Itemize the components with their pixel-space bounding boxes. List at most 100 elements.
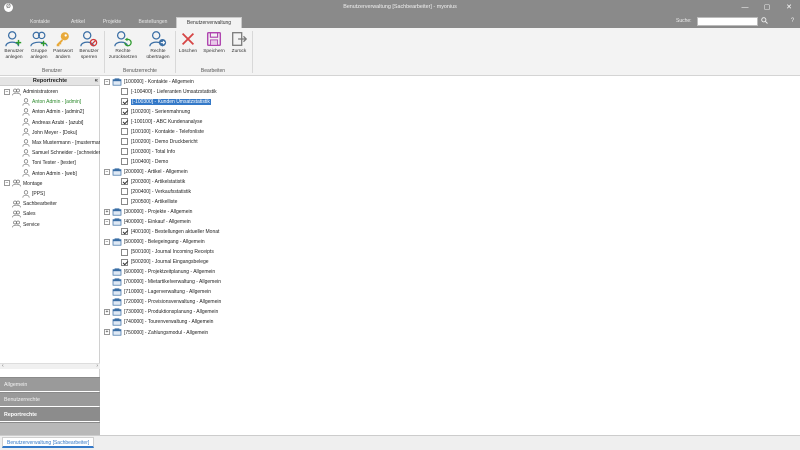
tree-user[interactable]: Anton Admin - [admin] [22,97,81,107]
report-item[interactable]: [100300] - Total Info [121,147,175,157]
report-checkbox[interactable] [121,118,128,126]
user-lock-button[interactable]: Benutzer sperren [76,30,102,60]
report-checkbox[interactable] [121,198,128,206]
tree-label: Anton Admin - [web] [32,170,77,177]
report-item[interactable]: [100200] - Demo Druckbericht [121,137,198,147]
tree-user[interactable]: [PPS] [22,189,45,199]
window-title: Benutzerverwaltung [Sachbearbeiter] - my… [343,4,457,10]
rights-reset-button[interactable]: Rechte zurücksetzen [106,30,140,60]
rights-transfer-button[interactable]: Rechte übertragen [142,30,174,60]
tree-user[interactable]: Max Mustermann - [mustermann] [22,138,100,148]
report-item[interactable]: [500200] - Journal Eingangsbelege [121,257,209,267]
nav-allgemein[interactable]: Allgemein [0,377,100,391]
report-checkbox[interactable] [121,188,128,196]
report-item[interactable]: [200300] - Artikelstatistik [121,177,185,187]
expand-toggle[interactable]: − [4,180,10,187]
report-category[interactable]: [700000] - Mietartikelverwaltung - Allge… [104,277,221,287]
search-input[interactable] [697,17,758,26]
document-tab[interactable]: Benutzerverwaltung [Sachbearbeiter] [2,437,95,448]
user-add-button[interactable]: Benutzer anlegen [2,30,26,60]
expand-toggle[interactable]: + [104,208,110,215]
tree-group[interactable]: − Montage [4,179,42,189]
report-category[interactable]: + [300000] - Projekte - Allgemein [104,207,192,217]
collapse-panel-button[interactable]: « [95,77,98,86]
report-item[interactable]: [100400] - Demo [121,157,168,167]
tree-group[interactable]: Service [4,220,40,230]
tab-kontakte[interactable]: Kontakte [18,17,62,28]
report-checkbox[interactable] [121,228,128,236]
report-item[interactable]: [-100100] - ABC Kundenanalyse [121,117,202,127]
tree-group[interactable]: − Administratoren [4,87,58,97]
tree-group[interactable]: Sales [4,209,36,219]
report-category[interactable]: + [730000] - Produktionsplanung - Allgeme… [104,307,218,317]
report-category[interactable]: − [100000] - Kontakte - Allgemein [104,77,194,87]
report-label: [-100300] - Kunden Umsatzstatistik [131,99,211,106]
report-checkbox[interactable] [121,178,128,186]
tree-user[interactable]: Anton Admin - [web] [22,169,77,179]
tree-user[interactable]: Toni Tester - [tester] [22,158,76,168]
report-category[interactable]: + [750000] - Zahlungsmodul - Allgemein [104,328,208,338]
tree-user[interactable]: Andreas Azubi - [azubi] [22,118,83,128]
close-button[interactable]: ✕ [778,0,800,15]
report-checkbox[interactable] [121,128,128,136]
search-icon[interactable] [760,17,769,26]
group-add-button[interactable]: Gruppe anlegen [27,30,51,60]
report-checkbox[interactable] [121,98,128,106]
report-category[interactable]: [600000] - Projektzeitplanung - Allgemei… [104,267,215,277]
minimize-button[interactable]: — [734,0,756,15]
report-category[interactable]: [740000] - Tourenverwaltung - Allgemein [104,317,213,327]
report-checkbox[interactable] [121,248,128,256]
report-label: [100300] - Total Info [131,149,176,156]
expand-toggle[interactable]: − [104,238,110,245]
scroll-left-button[interactable]: ‹ [2,363,4,369]
report-item[interactable]: [400100] - Bestellungen aktueller Monat [121,227,219,237]
tree-label: Max Mustermann - [mustermann] [32,140,100,146]
report-item[interactable]: [-100300] - Kunden Umsatzstatistik [121,97,211,107]
expand-toggle[interactable]: + [104,309,110,316]
maximize-button[interactable]: ▢ [756,0,778,15]
horizontal-scrollbar[interactable]: ‹ › [0,363,100,369]
report-checkbox[interactable] [121,138,128,146]
report-item[interactable]: [-100400] - Lieferanten Umsatzstatistik [121,87,217,97]
report-category[interactable]: [720000] - Provisionsverwaltung - Allgem… [104,297,221,307]
tab-bestellungen[interactable]: Bestellungen [130,17,176,28]
change-password-button[interactable]: Passwort ändern [51,30,75,60]
report-checkbox[interactable] [121,88,128,96]
report-category[interactable]: − [400000] - Einkauf - Allgemein [104,217,191,227]
left-panel: Reportrechte « − Administratoren Anton Adm… [0,77,100,435]
report-category[interactable]: [710000] - Lagerverwaltung - Allgemein [104,287,211,297]
report-item[interactable]: [100100] - Kontakte - Telefonliste [121,127,204,137]
scroll-right-button[interactable]: › [96,363,98,369]
expand-toggle[interactable]: − [104,78,110,85]
expand-toggle[interactable]: − [104,218,110,225]
window-controls: — ▢ ✕ [734,0,800,15]
tree-user[interactable]: Anton Admin - [admin2] [22,107,84,117]
report-checkbox[interactable] [121,158,128,166]
report-item[interactable]: [200400] - Verkaufsstatistik [121,187,191,197]
report-item[interactable]: [100200] - Serienmahnung [121,107,190,117]
expand-toggle[interactable]: + [104,329,110,336]
tree-group[interactable]: Sachbearbeiter [4,199,57,209]
tree-user[interactable]: Samuel Schneider - [schneider] [22,148,100,158]
tree-user[interactable]: John Meyer - [Doku] [22,128,77,138]
report-category[interactable]: − [200000] - Artikel - Allgemein [104,167,188,177]
report-checkbox[interactable] [121,108,128,116]
category-icon [112,168,124,176]
back-button[interactable]: Zurück [228,30,250,55]
report-item[interactable]: [200500] - Artikelliste [121,197,177,207]
report-item[interactable]: [500100] - Journal Incoming Receipts [121,247,214,257]
report-category[interactable]: − [500000] - Belegeingang - Allgemein [104,237,205,247]
nav-reportrechte[interactable]: Reportrechte [0,407,100,421]
tab-projekte[interactable]: Projekte [94,17,130,28]
expand-toggle[interactable]: − [4,88,10,95]
report-checkbox[interactable] [121,148,128,156]
expand-toggle[interactable]: − [104,168,110,175]
save-button[interactable]: Speichern [201,30,227,55]
delete-button[interactable]: Löschen [176,30,200,55]
report-checkbox[interactable] [121,258,128,266]
tab-artikel[interactable]: Artikel [62,17,94,28]
tab-benutzerverwaltung[interactable]: Benutzerverwaltung [176,17,242,28]
help-button[interactable]: ? [788,17,797,26]
category-label: [720000] - Provisionsverwaltung - Allgem… [124,299,222,306]
nav-benutzerrechte[interactable]: Benutzerrechte [0,392,100,406]
